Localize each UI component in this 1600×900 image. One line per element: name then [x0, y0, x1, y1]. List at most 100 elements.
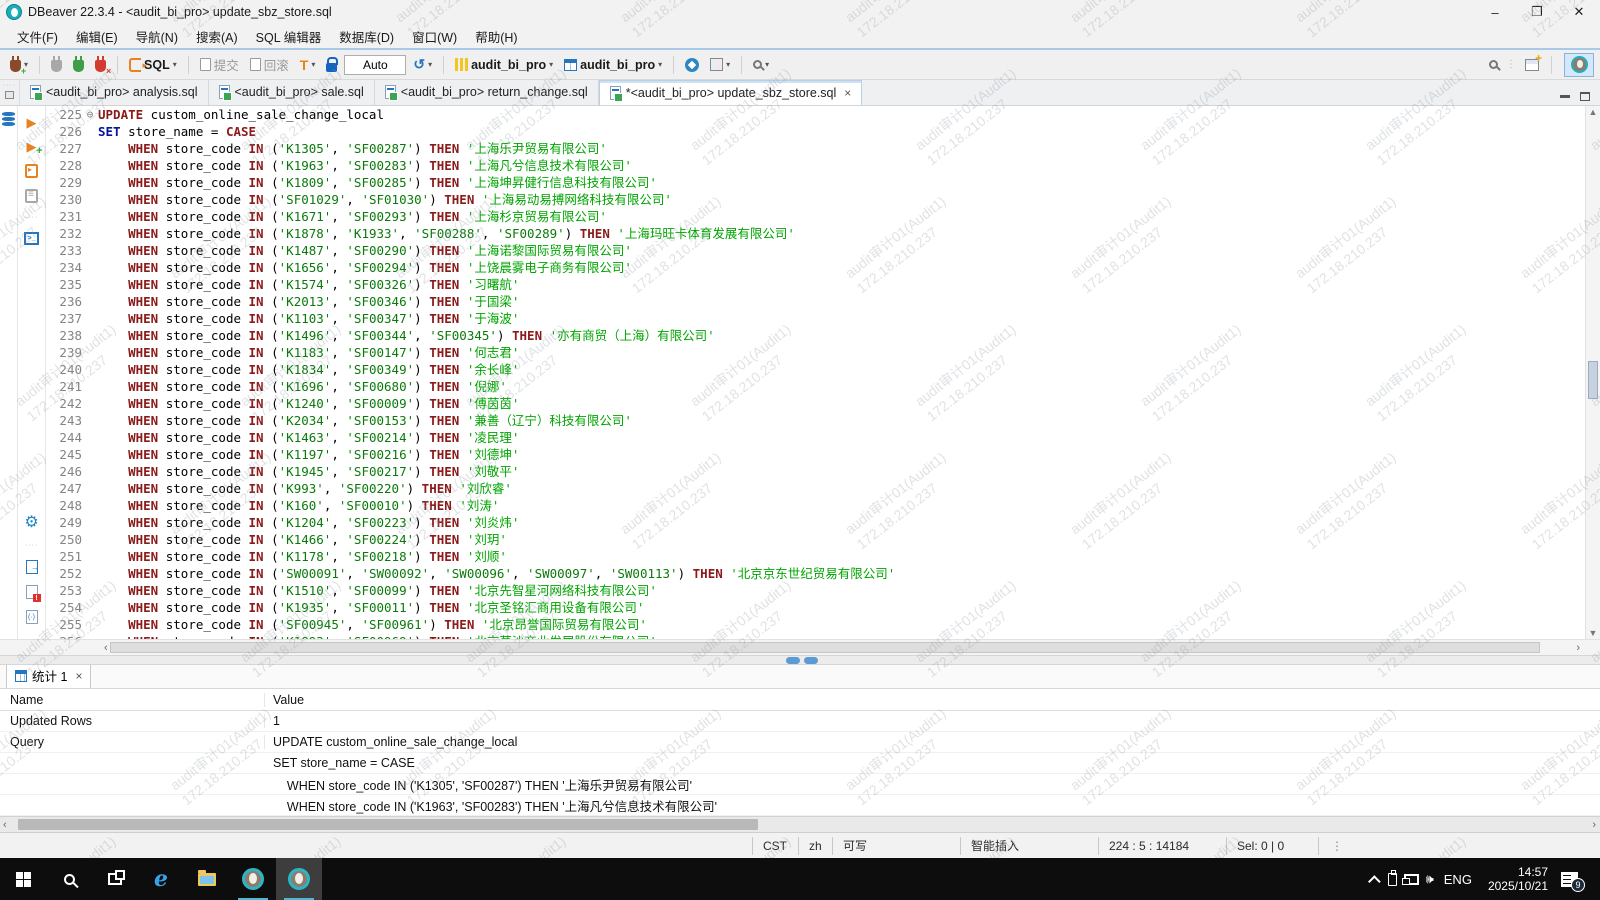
lock-button[interactable] [322, 55, 341, 74]
scroll-up-icon[interactable]: ▲ [1586, 107, 1600, 117]
commit-button[interactable]: 提交 [196, 53, 243, 76]
sql-editor-button[interactable]: SQL▾ [125, 56, 181, 74]
results-row[interactable]: WHEN store_code IN ('K1305', 'SF00287') … [0, 774, 1600, 795]
results-row[interactable]: WHEN store_code IN ('K1963', 'SF00283') … [0, 795, 1600, 816]
tab-close-icon[interactable]: × [844, 86, 851, 100]
vscroll-thumb[interactable] [1588, 361, 1598, 399]
database-navigator-icon[interactable] [2, 112, 15, 126]
code-line: 231 WHEN store_code IN ('K1671', 'SF0029… [46, 208, 1585, 225]
execute-script-icon[interactable] [25, 164, 38, 178]
app-scroll-right-icon[interactable]: › [1592, 817, 1596, 833]
menu-item[interactable]: 文件(F) [8, 27, 67, 46]
editor-vscrollbar[interactable]: ▲ ▼ [1585, 106, 1600, 639]
scroll-left-icon[interactable]: ‹ [104, 640, 108, 656]
sql-file-icon [219, 85, 230, 99]
menu-item[interactable]: SQL 编辑器 [247, 27, 331, 46]
panel-sash[interactable] [0, 655, 1600, 665]
ehscroll-thumb[interactable] [110, 642, 1540, 653]
maximize-editor-icon[interactable] [1580, 92, 1590, 101]
menu-item[interactable]: 数据库(D) [330, 27, 403, 46]
explain-plan-doc-icon[interactable] [25, 189, 38, 203]
toolbar-search-button[interactable]: ▾ [749, 58, 773, 71]
output-doc-icon[interactable] [26, 560, 38, 574]
reconnect-button[interactable] [69, 55, 88, 74]
file-explorer-button[interactable] [184, 858, 230, 900]
line-number: 229 [46, 174, 82, 191]
editor-hscrollbar[interactable]: ‹ › [0, 639, 1600, 655]
action-center-icon[interactable]: 9 [1561, 872, 1578, 887]
taskbar-search-button[interactable] [46, 858, 92, 900]
transaction-log-button[interactable]: T▾ [296, 55, 320, 75]
dbeaver-active-taskbar-button[interactable] [276, 858, 322, 900]
internet-explorer-button[interactable]: e [138, 858, 184, 900]
execute-statement-icon[interactable]: ▶ [27, 116, 37, 129]
results-row[interactable]: Updated Rows1 [0, 711, 1600, 732]
app-scroll-left-icon[interactable]: ‹ [3, 817, 7, 833]
menu-item[interactable]: 窗口(W) [403, 27, 466, 46]
execute-new-tab-icon[interactable]: ▶ [27, 140, 37, 153]
network-icon[interactable] [1404, 874, 1419, 885]
dbeaver-perspective-button[interactable] [1564, 53, 1594, 77]
fold-gutter [82, 599, 98, 616]
app-hscrollbar[interactable]: ‹ › [0, 816, 1600, 832]
error-doc-icon[interactable] [26, 585, 38, 599]
rollback-button[interactable]: 回滚 [246, 53, 293, 76]
minimize-button[interactable]: – [1474, 0, 1516, 24]
minimize-editor-icon[interactable] [1560, 95, 1570, 98]
rollback-doc-icon [250, 58, 261, 71]
code-line: 244 WHEN store_code IN ('K1463', 'SF0021… [46, 429, 1585, 446]
menu-item[interactable]: 搜索(A) [187, 27, 247, 46]
menu-item[interactable]: 帮助(H) [466, 27, 526, 46]
connect-button[interactable] [47, 55, 66, 74]
history-button[interactable]: ↺▾ [409, 54, 436, 75]
scroll-right-icon[interactable]: › [1576, 640, 1580, 656]
explain-plan-button[interactable]: ▾ [706, 56, 734, 73]
usb-icon[interactable] [1388, 873, 1397, 886]
restore-panel-icon[interactable] [5, 91, 14, 99]
plug-icon [51, 60, 62, 72]
language-indicator[interactable]: ENG [1441, 872, 1475, 887]
settings-gear-icon[interactable]: ⚙ [24, 515, 38, 531]
ahscroll-thumb[interactable] [18, 819, 758, 830]
menu-item[interactable]: 导航(N) [127, 27, 187, 46]
taskbar-clock[interactable]: 14:57 2025/10/21 [1482, 865, 1554, 893]
task-view-button[interactable] [92, 858, 138, 900]
autocommit-selector[interactable]: Auto [344, 55, 406, 75]
brackets-doc-icon[interactable]: (·) [26, 610, 38, 624]
new-connection-button[interactable]: +▾ [6, 55, 32, 74]
sash-down-button[interactable] [804, 657, 818, 664]
global-search-icon[interactable] [1489, 60, 1498, 69]
results-row[interactable]: SET store_name = CASE [0, 753, 1600, 774]
speaker-icon[interactable]: 🕪 [1426, 871, 1434, 887]
menu-item[interactable]: 编辑(E) [67, 27, 127, 46]
status-bar: CSTzh可写智能插入224 : 5 : 14184Sel: 0 | 0 ⋮ [0, 832, 1600, 858]
editor-tab[interactable]: <audit_bi_pro> analysis.sql [20, 80, 209, 105]
sql-terminal-icon[interactable]: >_ [24, 232, 39, 245]
taskbar-search-icon [64, 874, 75, 885]
start-button[interactable] [0, 858, 46, 900]
column-value[interactable]: Value [265, 693, 1600, 707]
restore-button[interactable]: ❐ [1516, 0, 1558, 24]
dbeaver-taskbar-button[interactable] [230, 858, 276, 900]
statistics-tab[interactable]: 统计 1 × [6, 662, 91, 688]
tray-chevron-icon[interactable] [1368, 875, 1381, 888]
editor-tab[interactable]: <audit_bi_pro> return_change.sql [375, 80, 599, 105]
code-area[interactable]: 225⊖UPDATE custom_online_sale_change_loc… [46, 106, 1585, 639]
sash-up-button[interactable] [786, 657, 800, 664]
perspective-icon[interactable] [1525, 59, 1539, 71]
column-name[interactable]: Name [0, 693, 265, 707]
compass-button[interactable] [681, 56, 703, 74]
title-bar: DBeaver 22.3.4 - <audit_bi_pro> update_s… [0, 0, 1600, 24]
code-line: 245 WHEN store_code IN ('K1197', 'SF0021… [46, 446, 1585, 463]
editor-tab[interactable]: <audit_bi_pro> sale.sql [209, 80, 375, 105]
disconnect-button[interactable]: × [91, 55, 110, 74]
editor-tab[interactable]: *<audit_bi_pro> update_sbz_store.sql× [599, 80, 863, 105]
scroll-down-icon[interactable]: ▼ [1586, 628, 1600, 638]
schema-selector[interactable]: audit_bi_pro▾ [560, 56, 666, 74]
fold-collapse-icon[interactable]: ⊖ [82, 106, 98, 123]
sql-bracket-icon [129, 58, 141, 72]
database-selector[interactable]: audit_bi_pro▾ [451, 56, 557, 74]
close-button[interactable]: ✕ [1558, 0, 1600, 24]
statistics-tab-close-icon[interactable]: × [75, 669, 82, 683]
results-row[interactable]: QueryUPDATE custom_online_sale_change_lo… [0, 732, 1600, 753]
